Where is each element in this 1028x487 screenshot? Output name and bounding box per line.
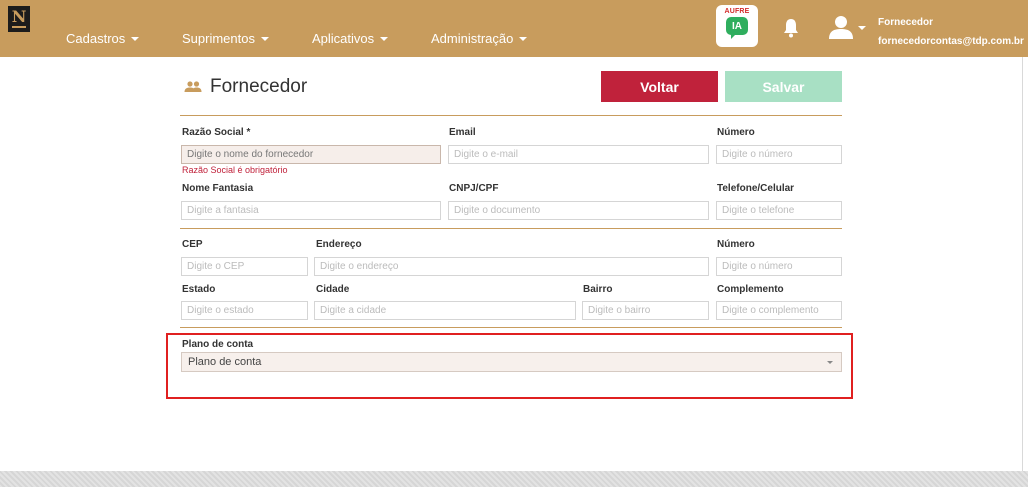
cep-input[interactable]: Digite o CEP: [181, 257, 308, 276]
nav-cadastros-label: Cadastros: [66, 31, 126, 46]
page-title-text: Fornecedor: [210, 76, 308, 97]
caret-down-icon: [131, 36, 140, 41]
razao-social-input[interactable]: Digite o nome do fornecedor: [181, 145, 441, 164]
telefone-label: Telefone/Celular: [717, 183, 795, 194]
logo-letter: N: [11, 7, 27, 26]
plano-de-conta-label: Plano de conta: [182, 339, 254, 350]
aufre-ia-button[interactable]: AUFRE IA: [716, 5, 758, 47]
nav-aplicativos-label: Aplicativos: [312, 31, 375, 46]
caret-down-icon: [380, 36, 389, 41]
nav-administracao[interactable]: Administração: [431, 31, 528, 46]
caret-down-icon: [519, 36, 528, 41]
estado-input[interactable]: Digite o estado: [181, 301, 308, 320]
complemento-label: Complemento: [717, 284, 784, 295]
brand-logo[interactable]: N: [8, 6, 30, 32]
bairro-label: Bairro: [583, 284, 613, 295]
numero-endereco-input[interactable]: Digite o número: [716, 257, 842, 276]
user-avatar-icon[interactable]: [828, 14, 854, 40]
caret-down-icon: [260, 36, 269, 41]
bottom-strip: [0, 471, 1028, 487]
nav-administracao-label: Administração: [431, 31, 514, 46]
nome-fantasia-input[interactable]: Digite a fantasia: [181, 201, 441, 220]
cnpj-cpf-label: CNPJ/CPF: [449, 183, 499, 194]
aufre-label: AUFRE: [724, 8, 750, 15]
cnpj-cpf-input[interactable]: Digite o documento: [448, 201, 709, 220]
razao-social-label: Razão Social *: [182, 127, 251, 138]
users-icon: [184, 81, 202, 92]
numero-endereco-label: Número: [717, 239, 755, 250]
top-navbar: N Cadastros Suprimentos Aplicativos Admi…: [0, 0, 1028, 57]
cidade-label: Cidade: [316, 284, 350, 295]
nav-suprimentos-label: Suprimentos: [182, 31, 255, 46]
estado-label: Estado: [182, 284, 216, 295]
back-button[interactable]: Voltar: [601, 71, 718, 102]
cidade-input[interactable]: Digite a cidade: [314, 301, 576, 320]
page-title: Fornecedor: [184, 76, 307, 98]
user-name: Fornecedor: [878, 17, 934, 28]
ia-chat-icon: IA: [726, 17, 748, 39]
nav-aplicativos[interactable]: Aplicativos: [312, 31, 389, 46]
email-input[interactable]: Digite o e-mail: [448, 145, 709, 164]
nav-cadastros[interactable]: Cadastros: [66, 31, 140, 46]
user-email: fornecedorcontas@tdp.com.br: [878, 36, 1024, 47]
header-divider: [180, 115, 842, 116]
nome-fantasia-label: Nome Fantasia: [182, 183, 254, 194]
plano-de-conta-select[interactable]: Plano de conta: [181, 352, 842, 372]
bairro-input[interactable]: Digite o bairro: [582, 301, 709, 320]
plano-de-conta-value: Plano de conta: [188, 356, 262, 368]
email-label: Email: [449, 127, 476, 138]
complemento-input[interactable]: Digite o complemento: [716, 301, 842, 320]
razao-social-error: Razão Social é obrigatório: [182, 165, 288, 175]
section-divider: [180, 228, 842, 229]
numero-input[interactable]: Digite o número: [716, 145, 842, 164]
save-button[interactable]: Salvar: [725, 71, 842, 102]
chevron-down-icon: [827, 361, 833, 364]
section-divider: [180, 327, 842, 328]
bell-icon[interactable]: [783, 18, 799, 38]
telefone-input[interactable]: Digite o telefone: [716, 201, 842, 220]
nav-suprimentos[interactable]: Suprimentos: [182, 31, 269, 46]
vertical-scrollbar[interactable]: [1022, 57, 1028, 471]
user-menu-caret-icon[interactable]: [858, 26, 866, 30]
endereco-label: Endereço: [316, 239, 362, 250]
endereco-input[interactable]: Digite o endereço: [314, 257, 709, 276]
numero-label: Número: [717, 127, 755, 138]
cep-label: CEP: [182, 239, 203, 250]
